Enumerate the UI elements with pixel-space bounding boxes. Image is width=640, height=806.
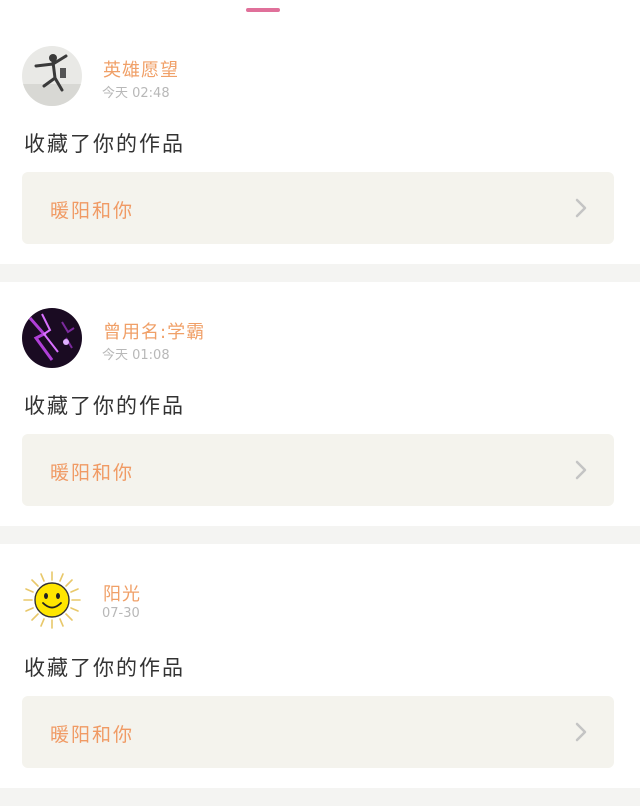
avatar[interactable] [22, 570, 82, 630]
username[interactable]: 曾用名:学霸 [103, 318, 205, 344]
work-link[interactable]: 暖阳和你 [22, 172, 614, 244]
dancer-photo-avatar-icon [22, 46, 82, 106]
action-text: 收藏了你的作品 [24, 656, 185, 680]
timestamp: 今天 02:48 [102, 86, 170, 101]
card-separator [0, 526, 640, 544]
notification-feed: 英雄愿望 今天 02:48 收藏了你的作品 暖阳和你 曾用名:学霸 今天 01:… [0, 20, 640, 806]
username[interactable]: 英雄愿望 [103, 56, 179, 82]
timestamp: 今天 01:08 [102, 348, 170, 363]
work-title: 暖阳和你 [50, 724, 135, 746]
timestamp: 07-30 [102, 606, 140, 621]
work-title: 暖阳和你 [50, 462, 135, 484]
chevron-right-icon [575, 460, 587, 480]
avatar[interactable] [22, 308, 82, 368]
card-separator [0, 264, 640, 282]
notification-card: 英雄愿望 今天 02:48 收藏了你的作品 暖阳和你 [0, 20, 640, 264]
card-separator [0, 788, 640, 806]
avatar[interactable] [22, 46, 82, 106]
work-title: 暖阳和你 [50, 200, 135, 222]
chevron-right-icon [575, 198, 587, 218]
work-link[interactable]: 暖阳和你 [22, 696, 614, 768]
action-text: 收藏了你的作品 [24, 394, 185, 418]
purple-lightning-avatar-icon [22, 308, 82, 368]
smiley-sun-avatar-icon [22, 570, 82, 630]
action-text: 收藏了你的作品 [24, 132, 185, 156]
notification-card: 曾用名:学霸 今天 01:08 收藏了你的作品 暖阳和你 [0, 282, 640, 526]
work-link[interactable]: 暖阳和你 [22, 434, 614, 506]
notification-card: 阳光 07-30 收藏了你的作品 暖阳和你 [0, 544, 640, 788]
username[interactable]: 阳光 [103, 580, 141, 606]
active-tab-indicator [246, 8, 280, 12]
chevron-right-icon [575, 722, 587, 742]
